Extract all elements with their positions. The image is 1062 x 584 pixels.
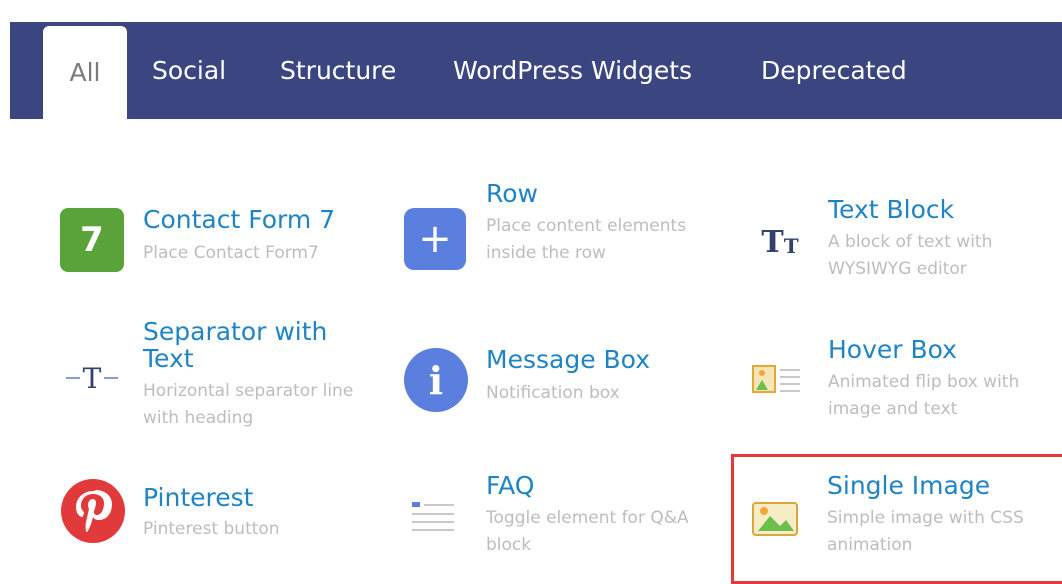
tab-wordpress-widgets[interactable]: WordPress Widgets <box>453 22 692 119</box>
element-title: Row <box>486 179 538 208</box>
tab-deprecated[interactable]: Deprecated <box>761 22 907 119</box>
element-description: Place content elements inside the row <box>486 216 687 263</box>
info-icon-glyph: i <box>428 357 444 403</box>
element-title: Single Image <box>827 471 991 500</box>
info-icon: i <box>404 348 468 412</box>
text-block-icon: TT <box>761 224 799 260</box>
tab-deprecated-label: Deprecated <box>761 56 907 85</box>
element-contact-form-7[interactable]: 7 Contact Form 7 Place Contact Form7 <box>60 200 380 280</box>
tab-all-label: All <box>69 58 101 87</box>
image-icon <box>750 500 802 540</box>
element-title: FAQ <box>486 471 535 500</box>
element-pinterest[interactable]: Pinterest Pinterest button <box>60 478 380 566</box>
element-description: Place Contact Form7 <box>143 243 319 263</box>
contact-form-icon-glyph: 7 <box>80 220 104 260</box>
element-description: Horizontal separator line with heading <box>143 381 354 428</box>
element-faq[interactable]: FAQ Toggle element for Q&A block <box>402 470 712 566</box>
tab-wordpress-widgets-label: WordPress Widgets <box>453 56 693 85</box>
element-single-image[interactable]: Single Image Simple image with CSS anima… <box>750 470 1062 566</box>
contact-form-icon: 7 <box>60 208 124 272</box>
element-description: A block of text with WYSIWYG editor <box>828 232 993 279</box>
element-row[interactable]: + Row Place content elements inside the … <box>402 178 712 298</box>
faq-icon <box>408 494 458 538</box>
tab-structure[interactable]: Structure <box>280 22 396 119</box>
hover-box-icon <box>750 358 804 402</box>
element-hover-box[interactable]: Hover Box Animated flip box with image a… <box>750 334 1062 430</box>
element-title: Pinterest <box>143 483 254 512</box>
element-title: Text Block <box>828 195 955 224</box>
element-title: Separator with Text <box>143 317 328 373</box>
element-description: Toggle element for Q&A block <box>486 508 689 555</box>
element-description: Animated flip box with image and text <box>828 372 1020 419</box>
element-description: Simple image with CSS animation <box>827 508 1024 555</box>
element-separator-with-text[interactable]: T Separator with Text Horizontal separat… <box>60 316 380 436</box>
element-title: Hover Box <box>828 335 957 364</box>
tab-all[interactable]: All <box>43 26 127 119</box>
element-description: Notification box <box>486 383 620 403</box>
tab-social[interactable]: Social <box>152 22 226 119</box>
category-tab-bar: All Social Structure WordPress Widgets D… <box>10 22 1062 119</box>
element-message-box[interactable]: i Message Box Notification box <box>402 340 712 430</box>
element-title: Contact Form 7 <box>143 205 336 234</box>
row-icon-glyph: + <box>418 216 452 262</box>
separator-icon: T <box>60 356 124 396</box>
tab-structure-label: Structure <box>280 56 397 85</box>
svg-text:T: T <box>83 362 102 395</box>
add-row-icon: + <box>404 208 466 270</box>
element-title: Message Box <box>486 345 650 374</box>
pinterest-icon <box>60 478 126 544</box>
element-description: Pinterest button <box>143 519 280 539</box>
element-text-block[interactable]: TT Text Block A block of text with WYSIW… <box>750 194 1062 290</box>
tab-social-label: Social <box>152 56 227 85</box>
